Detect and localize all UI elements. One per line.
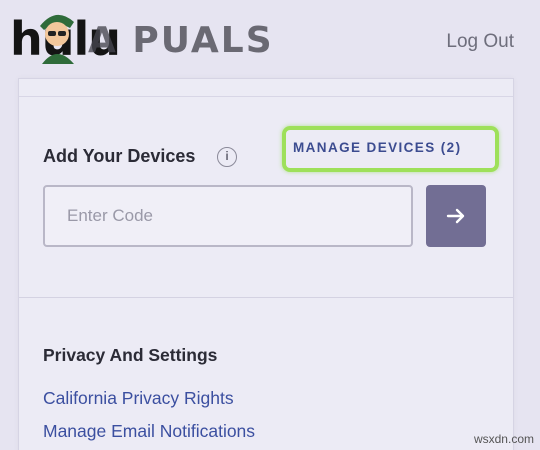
manage-devices-link[interactable]: MANAGE DEVICES (2) <box>293 140 461 155</box>
info-icon[interactable]: i <box>217 147 237 167</box>
card-top-divider <box>19 96 513 97</box>
arrow-right-icon <box>446 208 465 224</box>
privacy-settings-title: Privacy And Settings <box>43 345 218 365</box>
manage-devices-highlight: MANAGE DEVICES (2) <box>282 126 499 172</box>
manage-email-link[interactable]: Manage Email Notifications <box>43 421 255 442</box>
california-privacy-link[interactable]: California Privacy Rights <box>43 388 234 409</box>
section-divider <box>19 297 513 298</box>
mascot-icon <box>40 14 74 64</box>
submit-code-button[interactable] <box>426 185 486 247</box>
account-card: Add Your Devices i MANAGE DEVICES (2) Pr… <box>18 78 514 450</box>
appuals-watermark: A PUALS <box>88 20 274 61</box>
site-watermark: wsxdn.com <box>473 432 534 446</box>
add-devices-title: Add Your Devices <box>43 146 196 166</box>
enter-code-input[interactable] <box>45 187 411 245</box>
enter-code-field <box>43 185 413 247</box>
top-bar: hulu A PUALS Log Out <box>0 0 540 78</box>
logout-link[interactable]: Log Out <box>446 31 514 53</box>
